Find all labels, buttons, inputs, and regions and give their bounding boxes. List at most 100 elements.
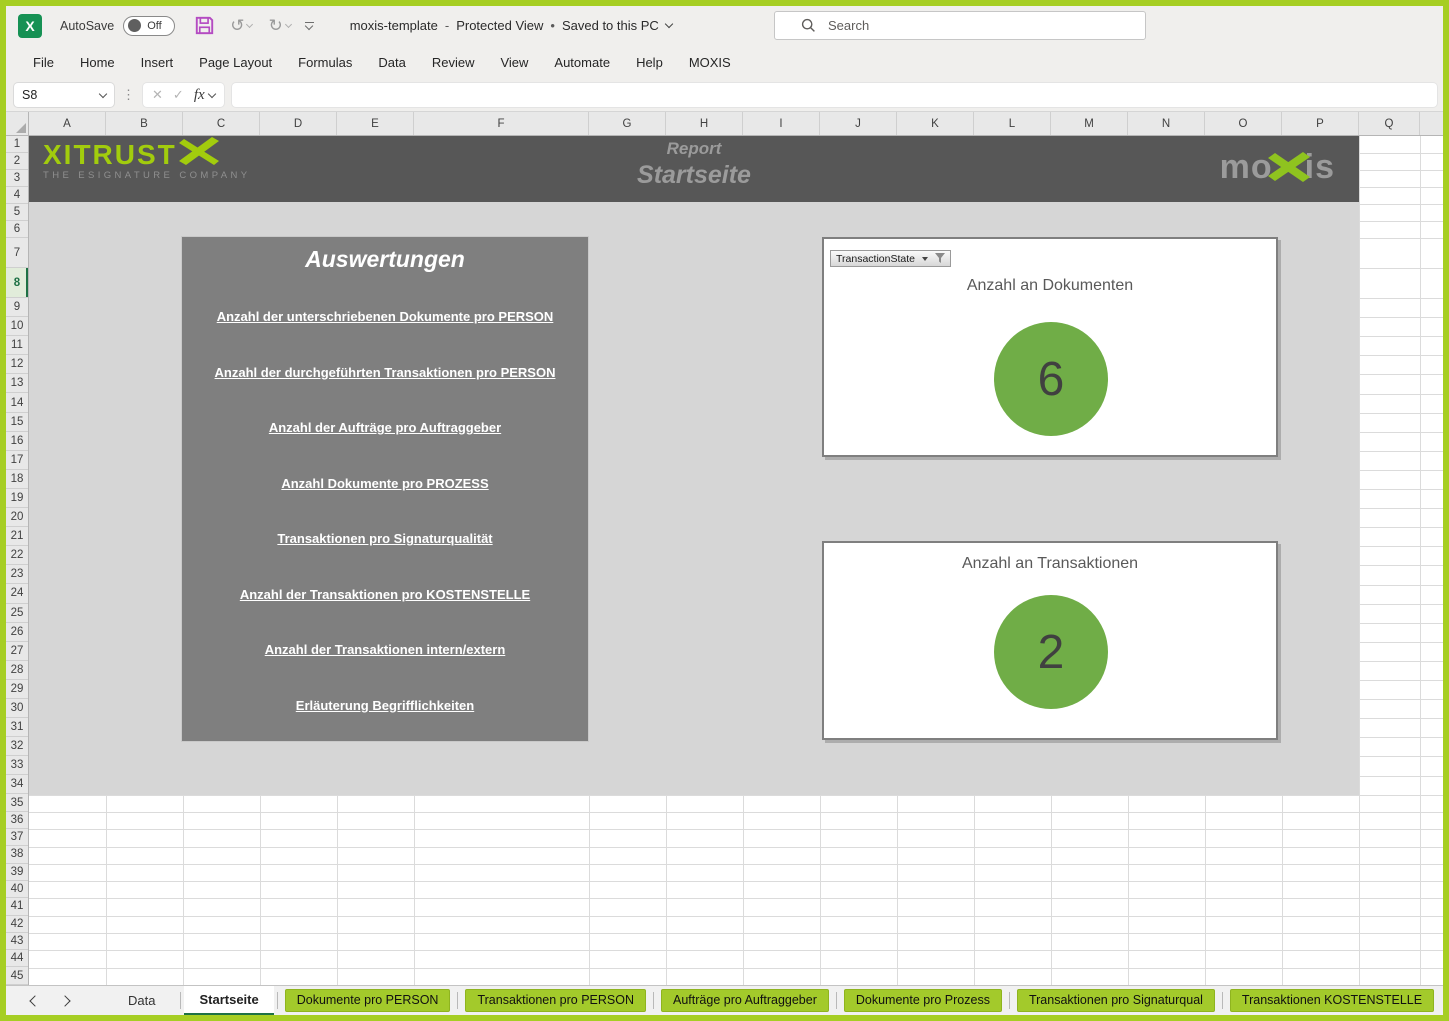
sheet-tab-aufträge-pro-auftraggeber[interactable]: Aufträge pro Auftraggeber: [661, 989, 829, 1012]
save-icon[interactable]: [195, 16, 214, 35]
row-header-11[interactable]: 11: [6, 336, 28, 355]
row-header-31[interactable]: 31: [6, 718, 28, 737]
redo-icon[interactable]: ↻: [268, 16, 290, 36]
row-header-26[interactable]: 26: [6, 623, 28, 642]
row-header-42[interactable]: 42: [6, 916, 28, 933]
previous-sheet-icon[interactable]: [20, 997, 50, 1005]
row-header-30[interactable]: 30: [6, 699, 28, 718]
row-header-6[interactable]: 6: [6, 221, 28, 238]
saved-location-label[interactable]: Saved to this PC: [562, 18, 659, 33]
column-header-I[interactable]: I: [743, 112, 820, 135]
sheet-tab-startseite[interactable]: Startseite: [184, 986, 273, 1016]
row-header-45[interactable]: 45: [6, 967, 28, 984]
row-header-25[interactable]: 25: [6, 604, 28, 623]
column-header-G[interactable]: G: [589, 112, 666, 135]
auswertungen-link-4[interactable]: Anzahl Dokumente pro PROZESS: [281, 476, 488, 491]
search-input[interactable]: Search: [774, 11, 1146, 40]
column-header-A[interactable]: A: [29, 112, 106, 135]
row-header-43[interactable]: 43: [6, 933, 28, 950]
row-header-18[interactable]: 18: [6, 470, 28, 489]
row-header-4[interactable]: 4: [6, 187, 28, 204]
auswertungen-link-2[interactable]: Anzahl der durchgeführten Transaktionen …: [215, 365, 556, 380]
row-header-5[interactable]: 5: [6, 204, 28, 221]
auswertungen-link-1[interactable]: Anzahl der unterschriebenen Dokumente pr…: [217, 309, 554, 324]
ribbon-tab-review[interactable]: Review: [419, 45, 488, 79]
row-header-36[interactable]: 36: [6, 812, 28, 829]
row-header-22[interactable]: 22: [6, 546, 28, 565]
insert-function-button[interactable]: fx: [194, 87, 215, 104]
row-header-44[interactable]: 44: [6, 950, 28, 967]
row-header-39[interactable]: 39: [6, 864, 28, 881]
row-header-1[interactable]: 1: [6, 136, 28, 153]
column-header-O[interactable]: O: [1205, 112, 1282, 135]
auswertungen-link-8[interactable]: Erläuterung Begrifflichkeiten: [296, 698, 474, 713]
sheet-tab-data[interactable]: Data: [106, 986, 177, 1016]
row-header-41[interactable]: 41: [6, 898, 28, 915]
undo-icon[interactable]: ↺: [230, 16, 252, 36]
grid-canvas[interactable]: XITRUST THE ESIGNATURE COMPANY Report St…: [29, 136, 1443, 985]
ribbon-tab-formulas[interactable]: Formulas: [285, 45, 365, 79]
row-header-13[interactable]: 13: [6, 374, 28, 393]
ribbon-tab-page-layout[interactable]: Page Layout: [186, 45, 285, 79]
name-box[interactable]: S8: [14, 83, 114, 107]
row-header-32[interactable]: 32: [6, 737, 28, 756]
row-header-19[interactable]: 19: [6, 489, 28, 508]
select-all-button[interactable]: [6, 112, 29, 135]
chevron-down-icon[interactable]: [665, 20, 673, 28]
row-header-14[interactable]: 14: [6, 393, 28, 412]
row-header-7[interactable]: 7: [6, 238, 28, 268]
row-header-17[interactable]: 17: [6, 451, 28, 470]
column-header-R[interactable]: R: [1420, 112, 1443, 135]
next-sheet-icon[interactable]: [50, 997, 80, 1005]
column-header-N[interactable]: N: [1128, 112, 1205, 135]
auswertungen-link-3[interactable]: Anzahl der Aufträge pro Auftraggeber: [269, 420, 501, 435]
row-header-37[interactable]: 37: [6, 829, 28, 846]
column-header-P[interactable]: P: [1282, 112, 1359, 135]
row-header-2[interactable]: 2: [6, 153, 28, 170]
transactionstate-filter-button[interactable]: TransactionState: [830, 250, 951, 267]
formula-input[interactable]: [232, 83, 1437, 107]
row-header-16[interactable]: 16: [6, 432, 28, 451]
row-header-21[interactable]: 21: [6, 527, 28, 546]
row-header-23[interactable]: 23: [6, 565, 28, 584]
row-header-27[interactable]: 27: [6, 642, 28, 661]
sheet-tab-transaktionen-kostenstelle[interactable]: Transaktionen KOSTENSTELLE: [1230, 989, 1434, 1012]
sheet-tab-transaktionen-pro-signaturqual[interactable]: Transaktionen pro Signaturqual: [1017, 989, 1215, 1012]
column-header-L[interactable]: L: [974, 112, 1051, 135]
row-header-40[interactable]: 40: [6, 881, 28, 898]
auswertungen-link-5[interactable]: Transaktionen pro Signaturqualität: [277, 531, 492, 546]
row-header-12[interactable]: 12: [6, 355, 28, 374]
row-header-20[interactable]: 20: [6, 508, 28, 527]
sheet-tab-dokumente-pro-prozess[interactable]: Dokumente pro Prozess: [844, 989, 1002, 1012]
cancel-icon[interactable]: ✕: [152, 87, 163, 103]
customize-quick-access-icon[interactable]: [305, 22, 314, 29]
row-header-24[interactable]: 24: [6, 584, 28, 603]
column-header-D[interactable]: D: [260, 112, 337, 135]
row-header-3[interactable]: 3: [6, 170, 28, 187]
column-header-M[interactable]: M: [1051, 112, 1128, 135]
column-header-F[interactable]: F: [414, 112, 589, 135]
sheet-tab-dokumente-pro-person[interactable]: Dokumente pro PERSON: [285, 989, 451, 1012]
ribbon-tab-moxis[interactable]: MOXIS: [676, 45, 744, 79]
row-header-9[interactable]: 9: [6, 298, 28, 317]
row-header-33[interactable]: 33: [6, 756, 28, 775]
row-header-8[interactable]: 8: [6, 268, 28, 298]
row-header-10[interactable]: 10: [6, 317, 28, 336]
sheet-tab-transaktionen-pro-person[interactable]: Transaktionen pro PERSON: [465, 989, 646, 1012]
ribbon-tab-data[interactable]: Data: [365, 45, 418, 79]
row-header-28[interactable]: 28: [6, 661, 28, 680]
auswertungen-link-7[interactable]: Anzahl der Transaktionen intern/extern: [265, 642, 506, 657]
ribbon-tab-view[interactable]: View: [487, 45, 541, 79]
column-header-E[interactable]: E: [337, 112, 414, 135]
column-header-C[interactable]: C: [183, 112, 260, 135]
row-header-38[interactable]: 38: [6, 846, 28, 863]
row-header-34[interactable]: 34: [6, 775, 28, 794]
column-header-J[interactable]: J: [820, 112, 897, 135]
row-header-15[interactable]: 15: [6, 413, 28, 432]
ribbon-tab-help[interactable]: Help: [623, 45, 676, 79]
ribbon-tab-file[interactable]: File: [20, 45, 67, 79]
ribbon-tab-automate[interactable]: Automate: [541, 45, 623, 79]
ribbon-tab-insert[interactable]: Insert: [128, 45, 187, 79]
autosave-toggle[interactable]: Off: [123, 16, 175, 36]
column-header-H[interactable]: H: [666, 112, 743, 135]
